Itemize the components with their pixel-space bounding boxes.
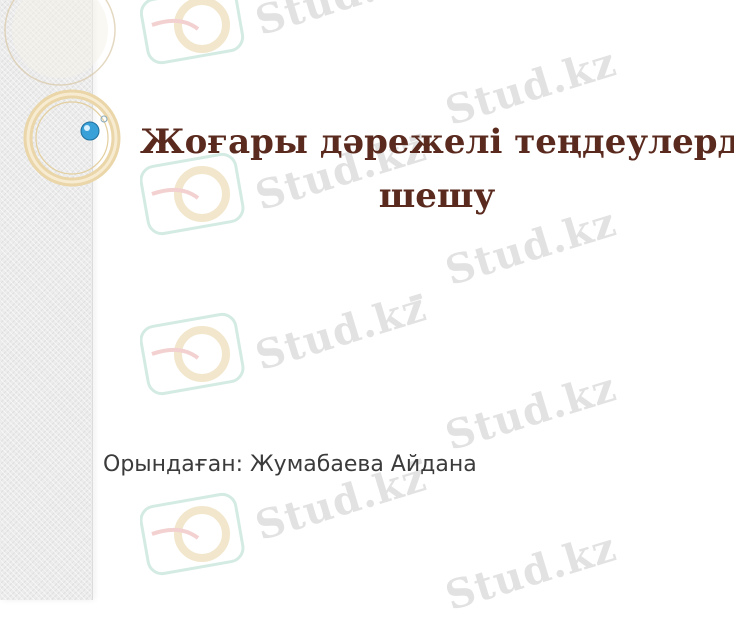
- watermark-text: Stud.kz: [250, 283, 432, 380]
- ring-ornament: [4, 0, 121, 187]
- watermark-separator: -: [400, 269, 431, 320]
- watermark-text: Stud.kz: [250, 0, 432, 45]
- slide-title: Жоғары дәрежелі теңдеулерді шешу: [140, 115, 734, 223]
- slide-title-line-1: Жоғары дәрежелі теңдеулерді: [140, 122, 734, 162]
- watermark-text: Stud.kz: [440, 523, 622, 620]
- author-line: Орындаған: Жумабаева Айдана: [103, 452, 477, 477]
- watermark-logo-icon: [140, 492, 245, 576]
- watermark-logo-icon: [140, 0, 245, 65]
- watermark-text: Stud.kz: [440, 363, 622, 460]
- watermark-logo-icon: [140, 312, 245, 396]
- blue-bead-icon: [80, 121, 100, 141]
- slide-title-line-2: шешу: [378, 176, 496, 216]
